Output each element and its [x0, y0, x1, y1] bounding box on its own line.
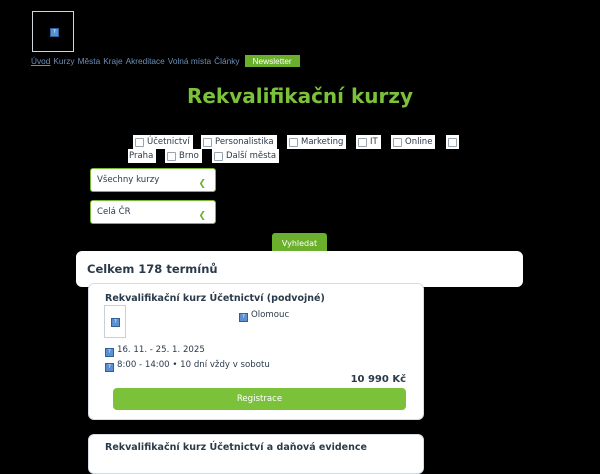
- course-thumbnail: ?: [104, 305, 126, 338]
- thumbnail-icon: ?: [111, 318, 120, 327]
- dates-text: 16. 11. - 25. 1. 2025: [117, 345, 205, 355]
- checkbox[interactable]: [167, 151, 176, 161]
- filter-it[interactable]: IT: [356, 135, 381, 149]
- filter-label: Praha: [129, 151, 154, 161]
- checkbox[interactable]: [214, 151, 223, 161]
- filter-label: Další města: [226, 151, 277, 161]
- filter-unlabeled[interactable]: [446, 135, 459, 149]
- clock-icon: ?: [105, 363, 114, 372]
- course-schedule: ? 8:00 - 14:00 • 10 dní vždy v sobotu: [105, 360, 270, 372]
- results-count: Celkem 178 termínů: [76, 251, 523, 287]
- course-select-value: Všechny kurzy: [97, 175, 160, 185]
- location-icon: ?: [239, 313, 248, 322]
- filter-label: Online: [405, 137, 433, 147]
- course-dates: ? 16. 11. - 25. 1. 2025: [105, 345, 205, 357]
- filter-label: Marketing: [301, 137, 344, 147]
- course-title[interactable]: Rekvalifikační kurz Účetnictví (podvojné…: [105, 293, 325, 304]
- filter-praha[interactable]: Praha: [128, 149, 157, 163]
- course-price: 10 990 Kč: [350, 374, 406, 385]
- course-title[interactable]: Rekvalifikační kurz Účetnictví a daňová …: [105, 442, 367, 453]
- region-select-value: Celá ČR: [97, 207, 131, 217]
- filter-brno[interactable]: Brno: [165, 149, 202, 163]
- nav-item-clanky[interactable]: Články: [214, 56, 239, 66]
- checkbox[interactable]: [448, 137, 457, 147]
- filter-label: IT: [370, 137, 378, 147]
- filter-label: Brno: [179, 151, 199, 161]
- checkbox[interactable]: [358, 137, 367, 147]
- nav-item-mesta[interactable]: Města: [78, 56, 101, 66]
- course-location: ? Olomouc: [239, 310, 289, 322]
- nav-item-kurzy[interactable]: Kurzy: [53, 56, 74, 66]
- checkbox[interactable]: [203, 137, 212, 147]
- filter-marketing[interactable]: Marketing: [287, 135, 347, 149]
- chevron-down-icon: ❮: [198, 179, 206, 189]
- checkbox[interactable]: [393, 137, 402, 147]
- nav-item-kraje[interactable]: Kraje: [103, 56, 122, 66]
- filter-label: Účetnictví: [147, 137, 190, 147]
- register-button[interactable]: Registrace: [113, 388, 406, 410]
- nav-item-volna-mista[interactable]: Volná místa: [168, 56, 211, 66]
- filter-dalsi-mesta[interactable]: Další města: [212, 149, 280, 163]
- main-nav: Úvod Kurzy Města Kraje Akreditace Volná …: [31, 55, 303, 67]
- chevron-down-icon: ❮: [198, 211, 206, 221]
- course-card[interactable]: Rekvalifikační kurz Účetnictví a daňová …: [88, 434, 424, 474]
- checkbox[interactable]: [135, 137, 144, 147]
- course-card[interactable]: Rekvalifikační kurz Účetnictví (podvojné…: [88, 283, 424, 420]
- filter-ucetnictvi[interactable]: Účetnictví: [133, 135, 193, 149]
- filter-personalistika[interactable]: Personalistika: [201, 135, 277, 149]
- region-select[interactable]: Celá ČR ❮: [90, 200, 216, 224]
- newsletter-button[interactable]: Newsletter: [244, 55, 300, 67]
- calendar-icon: ?: [105, 348, 114, 357]
- filter-label: Personalistika: [215, 137, 274, 147]
- nav-item-akreditace[interactable]: Akreditace: [126, 56, 165, 66]
- schedule-text: 8:00 - 14:00 • 10 dní vždy v sobotu: [117, 360, 270, 370]
- logo-placeholder-icon: ?: [50, 28, 59, 37]
- checkbox[interactable]: [289, 137, 298, 147]
- course-select[interactable]: Všechny kurzy ❮: [90, 168, 216, 192]
- nav-item-uvod[interactable]: Úvod: [31, 56, 50, 66]
- filter-online[interactable]: Online: [391, 135, 436, 149]
- site-logo[interactable]: ?: [32, 11, 74, 52]
- location-text: Olomouc: [251, 310, 290, 320]
- page-title: Rekvalifikační kurzy: [186, 84, 414, 108]
